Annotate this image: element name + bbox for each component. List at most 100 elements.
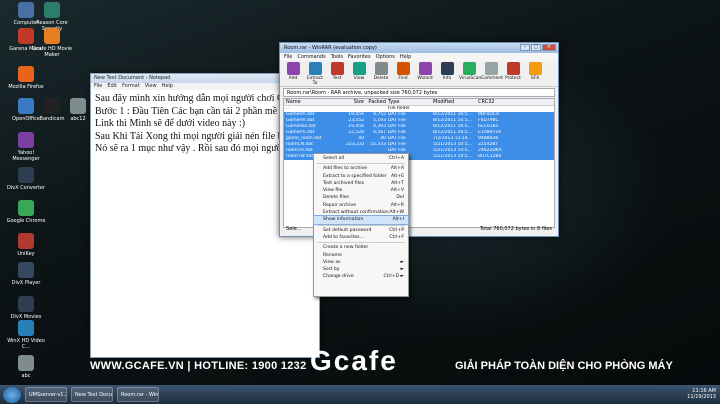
- toolbar-icon: [374, 62, 388, 75]
- notepad-menu-item[interactable]: Format: [122, 83, 140, 89]
- desktop-icon[interactable]: UniKey: [4, 233, 48, 257]
- menu-item-shortcut: ►: [400, 259, 404, 265]
- winrar-menu-item[interactable]: Help: [400, 54, 411, 60]
- context-menu-item[interactable]: Set default password Ctrl+P: [314, 227, 408, 234]
- toolbar-button-add[interactable]: Add: [283, 62, 303, 85]
- context-menu-item[interactable]: View as ►: [314, 259, 408, 266]
- toolbar-button-virusscan[interactable]: VirusScan: [459, 62, 481, 85]
- desktop-icon-label: Google Chrome: [6, 218, 46, 224]
- desktop-icon[interactable]: Mozilla Firefox: [4, 66, 48, 90]
- context-menu-item[interactable]: Add to favorites... Ctrl+F: [314, 234, 408, 241]
- context-menu-item[interactable]: Change drive Ctrl+D ►: [314, 273, 408, 280]
- desktop-icon[interactable]: Gcafe HD Movie Maker: [30, 28, 74, 58]
- winrar-menu-item[interactable]: Options: [376, 54, 395, 60]
- context-menu-item[interactable]: Select all Ctrl+A: [314, 155, 408, 162]
- menu-separator: [317, 163, 405, 165]
- winrar-menu-item[interactable]: Favorites: [348, 54, 371, 60]
- desktop-icon-label: WinX HD Video C...: [7, 338, 45, 350]
- context-menu-item[interactable]: Sort by ►: [314, 266, 408, 273]
- context-menu-item[interactable]: Create a new folder: [314, 244, 408, 251]
- menu-item-shortcut: Ctrl+D ►: [383, 274, 404, 280]
- context-menu-item[interactable]: Rename: [314, 252, 408, 259]
- taskbar-task[interactable]: Room.rar - WinRAR...: [117, 387, 159, 402]
- desktop-icon[interactable]: WinX HD Video C...: [4, 320, 48, 350]
- context-menu-item[interactable]: View file Alt+V: [314, 187, 408, 194]
- toolbar-button-find[interactable]: Find: [393, 62, 413, 85]
- close-icon[interactable]: ×: [542, 44, 556, 51]
- toolbar-label: Add: [288, 76, 298, 81]
- toolbar-button-wizard[interactable]: Wizard: [415, 62, 435, 85]
- system-tray[interactable]: 11:16 AM 11/19/2013: [687, 388, 716, 400]
- column-header[interactable]: CRC32: [476, 99, 506, 105]
- context-menu-item[interactable]: Test archived files Alt+T: [314, 180, 408, 187]
- status-right: Total 760,072 bytes in 8 files: [479, 226, 552, 232]
- desktop-icon[interactable]: DivX Player: [4, 262, 48, 286]
- column-header[interactable]: Modified: [431, 99, 476, 105]
- maximize-icon[interactable]: □: [531, 44, 541, 51]
- toolbar-icon: [286, 62, 300, 75]
- notepad-menu-item[interactable]: Edit: [107, 83, 117, 89]
- context-menu-item[interactable]: Delete files Del: [314, 194, 408, 201]
- brand-logo: Gcafe: [310, 345, 398, 376]
- menu-item-shortcut: Ctrl+A: [388, 156, 404, 161]
- desktop-icon[interactable]: DivX Movies: [4, 296, 48, 320]
- notepad-menu-item[interactable]: Help: [162, 83, 173, 89]
- toolbar-button-extract-to[interactable]: Extract To: [305, 62, 325, 86]
- context-menu-item[interactable]: Extract without confirmation Alt+W: [314, 209, 408, 216]
- toolbar-icon: [352, 62, 366, 75]
- toolbar-label: Comment: [481, 76, 504, 81]
- context-menu-item[interactable]: Show information Alt+I: [313, 215, 409, 225]
- toolbar-button-test[interactable]: Test: [327, 62, 347, 85]
- context-menu-item[interactable]: Extract to a specified folder Alt+E: [314, 173, 408, 180]
- taskbar-task[interactable]: UMSserver-v1.202-9...: [25, 387, 67, 402]
- notepad-menu-item[interactable]: View: [145, 83, 157, 89]
- toolbar-button-comment[interactable]: Comment: [481, 62, 504, 85]
- winrar-menu-item[interactable]: File: [284, 54, 292, 60]
- file-cell-modified: 5/21/2013 10:5...: [433, 154, 472, 159]
- context-menu: Select all Ctrl+A Add files to archive Alt+…: [313, 153, 409, 297]
- winrar-menu-item[interactable]: Commands: [297, 54, 325, 60]
- menu-item-shortcut: Alt+T: [391, 180, 404, 186]
- start-button[interactable]: [3, 386, 21, 403]
- menu-item-shortcut: Alt+W: [389, 210, 404, 216]
- desktop-icon[interactable]: abc: [4, 355, 48, 379]
- toolbar-icon: [462, 62, 476, 75]
- menu-item-shortcut: Ctrl+F: [389, 234, 404, 240]
- context-menu-item[interactable]: Repair archive Alt+R: [314, 202, 408, 209]
- column-header[interactable]: Packed: [364, 99, 386, 105]
- toolbar-button-info[interactable]: Info: [437, 62, 457, 85]
- column-header[interactable]: Name: [284, 99, 344, 105]
- toolbar-icon: [440, 62, 454, 75]
- toolbar-label: Delete: [373, 76, 389, 81]
- column-header[interactable]: Type: [386, 99, 431, 105]
- minimize-icon[interactable]: –: [520, 44, 530, 51]
- context-menu-item[interactable]: Add files to archive Alt+A: [314, 165, 408, 172]
- menu-item-label: Select all: [323, 156, 344, 161]
- menu-item-label: Add files to archive: [323, 166, 368, 172]
- app-icon: [18, 200, 34, 216]
- toolbar-icon: [418, 62, 432, 75]
- column-header[interactable]: Size: [344, 99, 364, 105]
- winrar-toolbar: Add Extract To Test View Delete Find Wizard Inf…: [280, 61, 558, 87]
- menu-item-shortcut: Alt+V: [390, 188, 404, 194]
- archive-path[interactable]: Room.rar\Room - RAR archive, unpacked si…: [283, 88, 555, 97]
- clock-date: 11/19/2013: [687, 394, 716, 400]
- menu-item-label: Rename: [323, 252, 342, 258]
- toolbar-button-sfx[interactable]: SFX: [525, 62, 545, 85]
- toolbar-button-protect[interactable]: Protect: [503, 62, 523, 85]
- toolbar-button-delete[interactable]: Delete: [371, 62, 391, 85]
- toolbar-icon: [506, 62, 520, 75]
- toolbar-label: Find: [398, 76, 408, 81]
- taskbar-task[interactable]: New Text Document...: [71, 387, 113, 402]
- desktop-icon[interactable]: Yahoo! Messenger: [4, 132, 48, 162]
- desktop-icon[interactable]: Google Chrome: [4, 200, 48, 224]
- winrar-title: Room.rar - WinRAR (evaluation copy): [284, 45, 377, 51]
- notepad-menu-item[interactable]: File: [94, 83, 102, 89]
- winrar-menu-item[interactable]: Tools: [331, 54, 343, 60]
- desktop-icon[interactable]: DivX Converter: [4, 167, 48, 191]
- toolbar-icon: [308, 62, 322, 75]
- app-icon: [18, 320, 34, 336]
- banner-contact: WWW.GCAFE.VN | HOTLINE: 1900 1232: [90, 360, 307, 372]
- file-list-body: .. File folder Gamerm.dat 19,456 4,752 DAT Fi…: [284, 106, 554, 160]
- toolbar-button-view[interactable]: View: [349, 62, 369, 85]
